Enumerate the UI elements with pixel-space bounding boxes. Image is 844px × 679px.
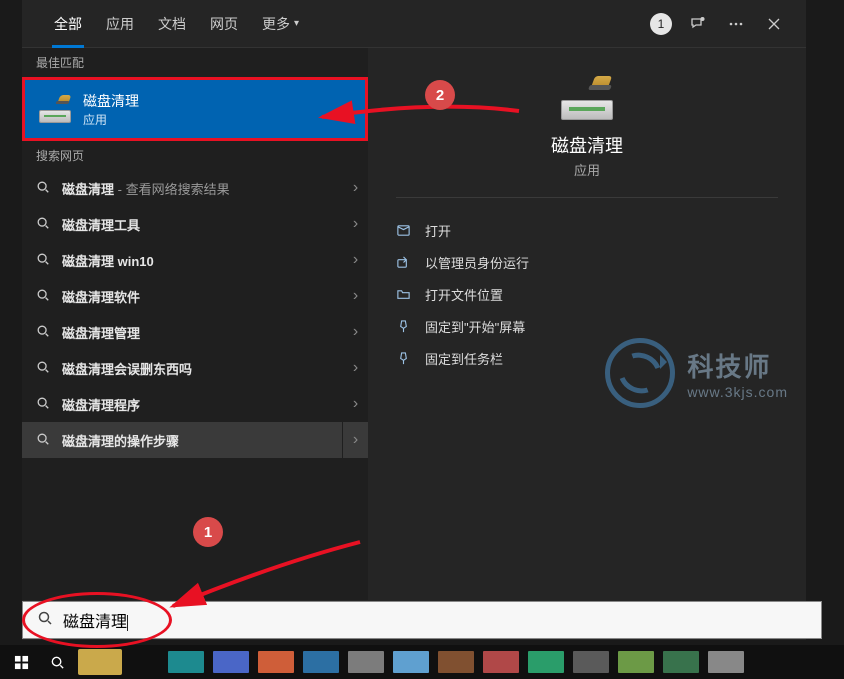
search-icon <box>36 360 50 377</box>
web-result-item[interactable]: 磁盘清理会误删东西吗 <box>22 350 342 386</box>
chevron-right-icon[interactable]: › <box>342 170 368 206</box>
taskbar-app[interactable] <box>213 651 249 673</box>
pin-taskbar-icon <box>396 351 411 366</box>
tab-more[interactable]: 更多▾ <box>250 0 311 48</box>
action-open[interactable]: 打开 <box>396 214 778 246</box>
preview-title: 磁盘清理 <box>551 132 623 158</box>
open-icon <box>396 223 411 238</box>
taskbar-app-active[interactable] <box>78 649 122 675</box>
web-result-item[interactable]: 磁盘清理管理 <box>22 314 342 350</box>
preview-panel: 磁盘清理 应用 打开 以管理员身份运行 打开文件位置 固定到" <box>368 48 806 600</box>
disk-cleanup-icon <box>39 95 71 123</box>
chevron-right-icon[interactable]: › <box>342 386 368 422</box>
folder-icon <box>396 287 411 302</box>
section-best-match: 最佳匹配 <box>22 48 368 77</box>
taskbar-app[interactable] <box>708 651 744 673</box>
web-result-label: 磁盘清理管理 <box>62 323 140 342</box>
search-input[interactable]: 磁盘清理 <box>63 608 128 632</box>
taskbar-app[interactable] <box>663 651 699 673</box>
taskbar-app[interactable] <box>393 651 429 673</box>
best-match-title: 磁盘清理 <box>83 91 139 111</box>
action-pin-taskbar[interactable]: 固定到任务栏 <box>396 342 778 374</box>
chevron-right-icon[interactable]: › <box>342 278 368 314</box>
chevron-right-icon[interactable]: › <box>342 422 368 458</box>
more-icon[interactable] <box>724 12 748 36</box>
taskbar-app[interactable] <box>258 651 294 673</box>
action-run-admin[interactable]: 以管理员身份运行 <box>396 246 778 278</box>
taskbar-app[interactable] <box>438 651 474 673</box>
taskbar-app[interactable] <box>573 651 609 673</box>
tab-apps[interactable]: 应用 <box>94 0 146 48</box>
search-icon <box>36 396 50 413</box>
web-result-item[interactable]: 磁盘清理的操作步骤 <box>22 422 342 458</box>
search-icon <box>36 216 50 233</box>
web-result-item[interactable]: 磁盘清理工具 <box>22 206 342 242</box>
search-icon <box>36 288 50 305</box>
web-result-label: 磁盘清理会误删东西吗 <box>62 359 192 378</box>
pin-start-icon <box>396 319 411 334</box>
annotation-marker-2: 2 <box>425 80 455 110</box>
best-match-subtitle: 应用 <box>83 111 139 128</box>
web-result-label: 磁盘清理 - 查看网络搜索结果 <box>62 179 230 198</box>
start-button[interactable] <box>6 649 36 675</box>
web-result-label: 磁盘清理工具 <box>62 215 140 234</box>
taskbar-app[interactable] <box>348 651 384 673</box>
notification-badge[interactable]: 1 <box>650 13 672 35</box>
taskbar-app[interactable] <box>528 651 564 673</box>
annotation-marker-1: 1 <box>193 517 223 547</box>
taskbar-app[interactable] <box>618 651 654 673</box>
chevron-right-icon[interactable]: › <box>342 206 368 242</box>
taskbar-app[interactable] <box>303 651 339 673</box>
taskbar-app[interactable] <box>168 651 204 673</box>
results-column: 最佳匹配 磁盘清理 应用 搜索网页 磁盘清理 - 查看网络搜索结果 › 磁盘清理工具… <box>22 48 368 600</box>
taskbar-search[interactable] <box>42 649 72 675</box>
web-result-item[interactable]: 磁盘清理 - 查看网络搜索结果 <box>22 170 342 206</box>
disk-cleanup-icon <box>561 76 613 120</box>
web-result-item[interactable]: 磁盘清理软件 <box>22 278 342 314</box>
web-result-label: 磁盘清理程序 <box>62 395 140 414</box>
chevron-right-icon[interactable]: › <box>342 242 368 278</box>
taskbar-app[interactable] <box>483 651 519 673</box>
section-search-web: 搜索网页 <box>22 141 368 170</box>
web-result-label: 磁盘清理软件 <box>62 287 140 306</box>
search-icon <box>36 324 50 341</box>
web-result-item[interactable]: 磁盘清理程序 <box>22 386 342 422</box>
action-open-location[interactable]: 打开文件位置 <box>396 278 778 310</box>
chevron-right-icon[interactable]: › <box>342 350 368 386</box>
web-result-label: 磁盘清理的操作步骤 <box>62 431 179 450</box>
web-result-label: 磁盘清理 win10 <box>62 251 154 270</box>
search-icon <box>36 180 50 197</box>
close-icon[interactable] <box>762 12 786 36</box>
tabs-header: 全部 应用 文档 网页 更多▾ 1 <box>22 0 806 48</box>
chevron-right-icon[interactable]: › <box>342 314 368 350</box>
search-icon <box>37 610 53 631</box>
tab-all[interactable]: 全部 <box>42 0 94 48</box>
action-pin-start[interactable]: 固定到"开始"屏幕 <box>396 310 778 342</box>
taskbar <box>0 645 844 679</box>
tab-web[interactable]: 网页 <box>198 0 250 48</box>
search-bar[interactable]: 磁盘清理 <box>22 601 822 639</box>
search-icon <box>36 252 50 269</box>
preview-subtitle: 应用 <box>574 160 600 179</box>
feedback-icon[interactable] <box>686 12 710 36</box>
admin-icon <box>396 255 411 270</box>
chevron-down-icon: ▾ <box>294 18 299 29</box>
search-icon <box>36 432 50 449</box>
web-result-item[interactable]: 磁盘清理 win10 <box>22 242 342 278</box>
tab-docs[interactable]: 文档 <box>146 0 198 48</box>
best-match-item[interactable]: 磁盘清理 应用 <box>22 77 368 141</box>
